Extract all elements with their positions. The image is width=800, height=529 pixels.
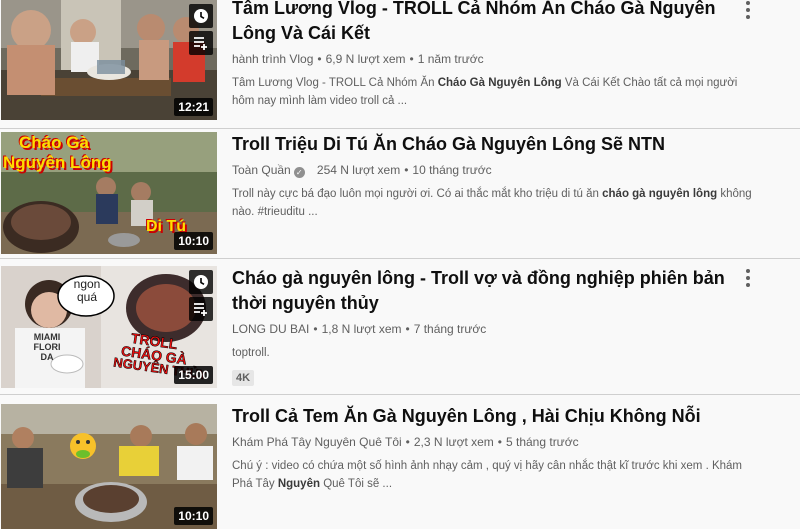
video-result-4[interactable]: 10:10 Troll Cả Tem Ăn Gà Nguyên Lông , H… [0,394,800,529]
video-metadata: hành trình Vlog • 6,9 N lượt xem • 1 năm trư… [232,50,762,68]
separator-dot: • [317,52,322,66]
video-thumbnail-1[interactable]: 12:21 [1,0,217,120]
more-vert-icon[interactable] [740,0,756,22]
separator-dot: • [405,322,410,336]
upload-age: 1 năm trước [417,52,484,66]
view-count: 1,8 N lượt xem [321,322,402,336]
add-to-queue-button[interactable] [189,297,213,321]
video-duration: 10:10 [174,507,213,525]
video-duration: 10:10 [174,232,213,250]
shirt-print: MIAMI FLORI DA [33,332,61,362]
channel-name[interactable]: Toàn Quần [232,163,291,177]
add-to-queue-icon [194,37,207,50]
video-metadata: Toàn Quần✓•254 N lượt xem•10 tháng trước [232,161,762,179]
thumbnail-caption: Cháo Gà [19,133,89,152]
video-title[interactable]: Cháo gà nguyên lông - Troll vợ và đồng n… [232,266,762,316]
add-to-queue-button[interactable] [189,31,213,55]
video-result-3[interactable]: ngon quá MIAMI FLORI DA TROLL CHÁO GÀ NGUYÊ… [0,258,800,394]
channel-name[interactable]: LONG DU BAI [232,322,309,336]
more-vert-icon[interactable] [740,266,756,290]
thumbnail-speech-bubble: ngon quá [73,277,101,304]
separator-dot: • [404,163,409,177]
video-description: Troll này cực bá đạo luôn mọi người ơi. … [232,188,752,218]
separator-dot: • [313,322,318,336]
add-to-queue-icon [194,303,207,316]
quality-badge: 4K [232,370,255,386]
channel-name[interactable]: Khám Phá Tây Nguyên Quê Tôi [232,435,402,449]
clock-icon [194,275,208,289]
video-title[interactable]: Tâm Lương Vlog - TROLL Cả Nhóm Ăn Cháo G… [232,0,762,46]
clock-icon [194,9,208,23]
video-description: Tâm Lương Vlog - TROLL Cả Nhóm Ăn Cháo G… [232,77,738,107]
video-description: toptroll. [232,347,270,359]
divider [0,258,800,259]
video-title[interactable]: Troll Triệu Di Tú Ăn Cháo Gà Nguyên Lông… [232,132,762,157]
channel-name[interactable]: hành trình Vlog [232,52,313,66]
divider [0,128,800,129]
video-description: Chú ý : video có chứa một số hình ảnh nh… [232,460,743,490]
upload-age: 5 tháng trước [505,435,579,449]
video-result-1[interactable]: 12:21 Tâm Lương Vlog - TROLL Cả Nhóm Ăn … [0,0,800,128]
separator-dot: • [497,435,502,449]
video-thumbnail-3[interactable]: ngon quá MIAMI FLORI DA TROLL CHÁO GÀ NGUYÊ… [1,266,217,388]
view-count: 2,3 N lượt xem [413,435,494,449]
thumbnail-caption: Nguyên Lông [3,153,112,172]
view-count: 6,9 N lượt xem [325,52,406,66]
video-duration: 15:00 [174,366,213,384]
watch-later-button[interactable] [189,270,213,294]
video-result-2[interactable]: Cháo Gà Nguyên Lông Di Tú 10:10 Troll Tr… [0,128,800,258]
upload-age: 10 tháng trước [412,163,492,177]
video-thumbnail-2[interactable]: Cháo Gà Nguyên Lông Di Tú 10:10 [1,132,217,254]
watch-later-button[interactable] [189,4,213,28]
upload-age: 7 tháng trước [413,322,487,336]
separator-dot: • [405,435,410,449]
video-duration: 12:21 [174,98,213,116]
verified-check-icon: ✓ [293,167,305,178]
divider [0,394,800,395]
video-metadata: Khám Phá Tây Nguyên Quê Tôi • 2,3 N lượt x… [232,433,762,451]
separator-dot: • [409,52,414,66]
video-title[interactable]: Troll Cả Tem Ăn Gà Nguyên Lông , Hài Chị… [232,404,762,429]
view-count: 254 N lượt xem [316,163,401,177]
video-metadata: LONG DU BAI • 1,8 N lượt xem • 7 tháng trước [232,320,762,338]
video-thumbnail-4[interactable]: 10:10 [1,404,217,529]
